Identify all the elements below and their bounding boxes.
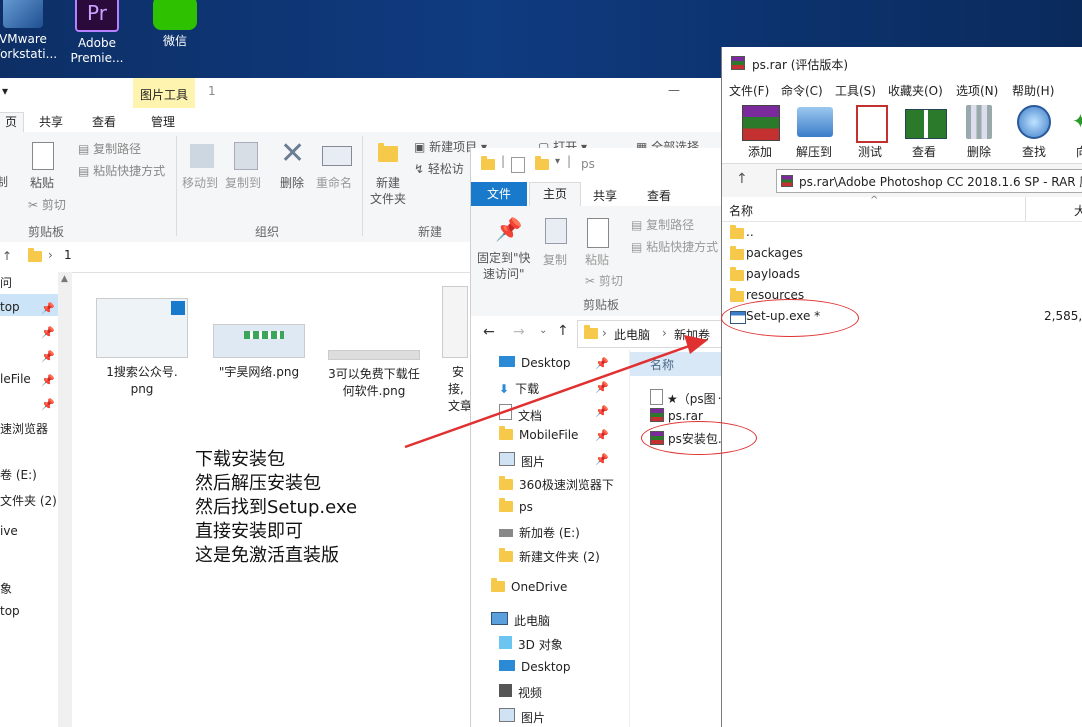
annotation-ellipse-ps-installer: [641, 421, 757, 455]
annotation-ellipse-setup: [721, 299, 859, 337]
annotation-arrowhead: [684, 335, 708, 354]
annotation-layer: [404, 335, 708, 449]
